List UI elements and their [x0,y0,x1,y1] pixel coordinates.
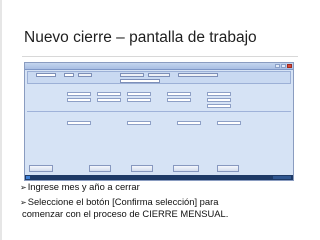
grid-header-row [27,115,291,120]
minimize-icon[interactable] [275,64,280,68]
bullet-select-button: ➢Seleccione el botón [Confirma selección… [20,196,219,207]
grid-cell[interactable] [167,98,191,102]
grid-cell[interactable] [217,121,241,125]
grid-row [27,98,291,103]
period-selection-panel [27,71,291,84]
grid-cell[interactable] [207,92,231,96]
system-tray [273,176,291,179]
bullet-arrow-icon: ➢ [20,198,27,207]
closing-totals-grid [27,115,291,155]
app-button-5[interactable] [217,165,239,172]
grid-cell[interactable] [207,98,231,102]
month-input[interactable] [64,73,74,77]
bullet-continuation: comenzar con el proceso de CIERRE MENSUA… [22,208,229,219]
window-controls [275,64,292,68]
grid-cell[interactable] [207,104,231,108]
section-divider [27,111,291,112]
app-titlebar [25,63,293,70]
os-taskbar [25,175,293,180]
grid-cell[interactable] [127,121,151,125]
start-icon[interactable] [26,176,30,179]
grid-header-row [27,86,291,91]
grid-cell[interactable] [97,92,121,96]
grid-cell[interactable] [67,98,91,102]
confirm-selection-button[interactable] [173,165,199,172]
slide-title: Nuevo cierre – pantalla de trabajo [24,29,257,46]
header-field-b [148,73,170,77]
grid-row [27,92,291,97]
close-icon[interactable] [287,64,292,68]
header-field-d [120,79,160,83]
header-field-a [120,73,144,77]
grid-row [27,121,291,126]
grid-cell[interactable] [177,121,201,125]
app-button-1[interactable] [29,165,53,172]
slide-edge-rule [0,0,2,240]
header-label-block [36,73,56,77]
app-screenshot [24,62,294,181]
bullet-enter-period: ➢Ingrese mes y año a cerrar [20,181,140,192]
grid-row [27,104,291,109]
app-button-2[interactable] [89,165,111,172]
grid-cell[interactable] [127,98,151,102]
grid-cell[interactable] [127,92,151,96]
title-divider [22,56,298,57]
app-button-bar [27,165,291,175]
header-field-c [178,73,218,77]
grid-cell[interactable] [67,92,91,96]
grid-cell[interactable] [97,98,121,102]
grid-cell[interactable] [167,92,191,96]
year-input[interactable] [78,73,92,77]
bullet-arrow-icon: ➢ [20,183,27,192]
grid-cell[interactable] [67,121,91,125]
maximize-icon[interactable] [281,64,286,68]
app-button-3[interactable] [131,165,153,172]
